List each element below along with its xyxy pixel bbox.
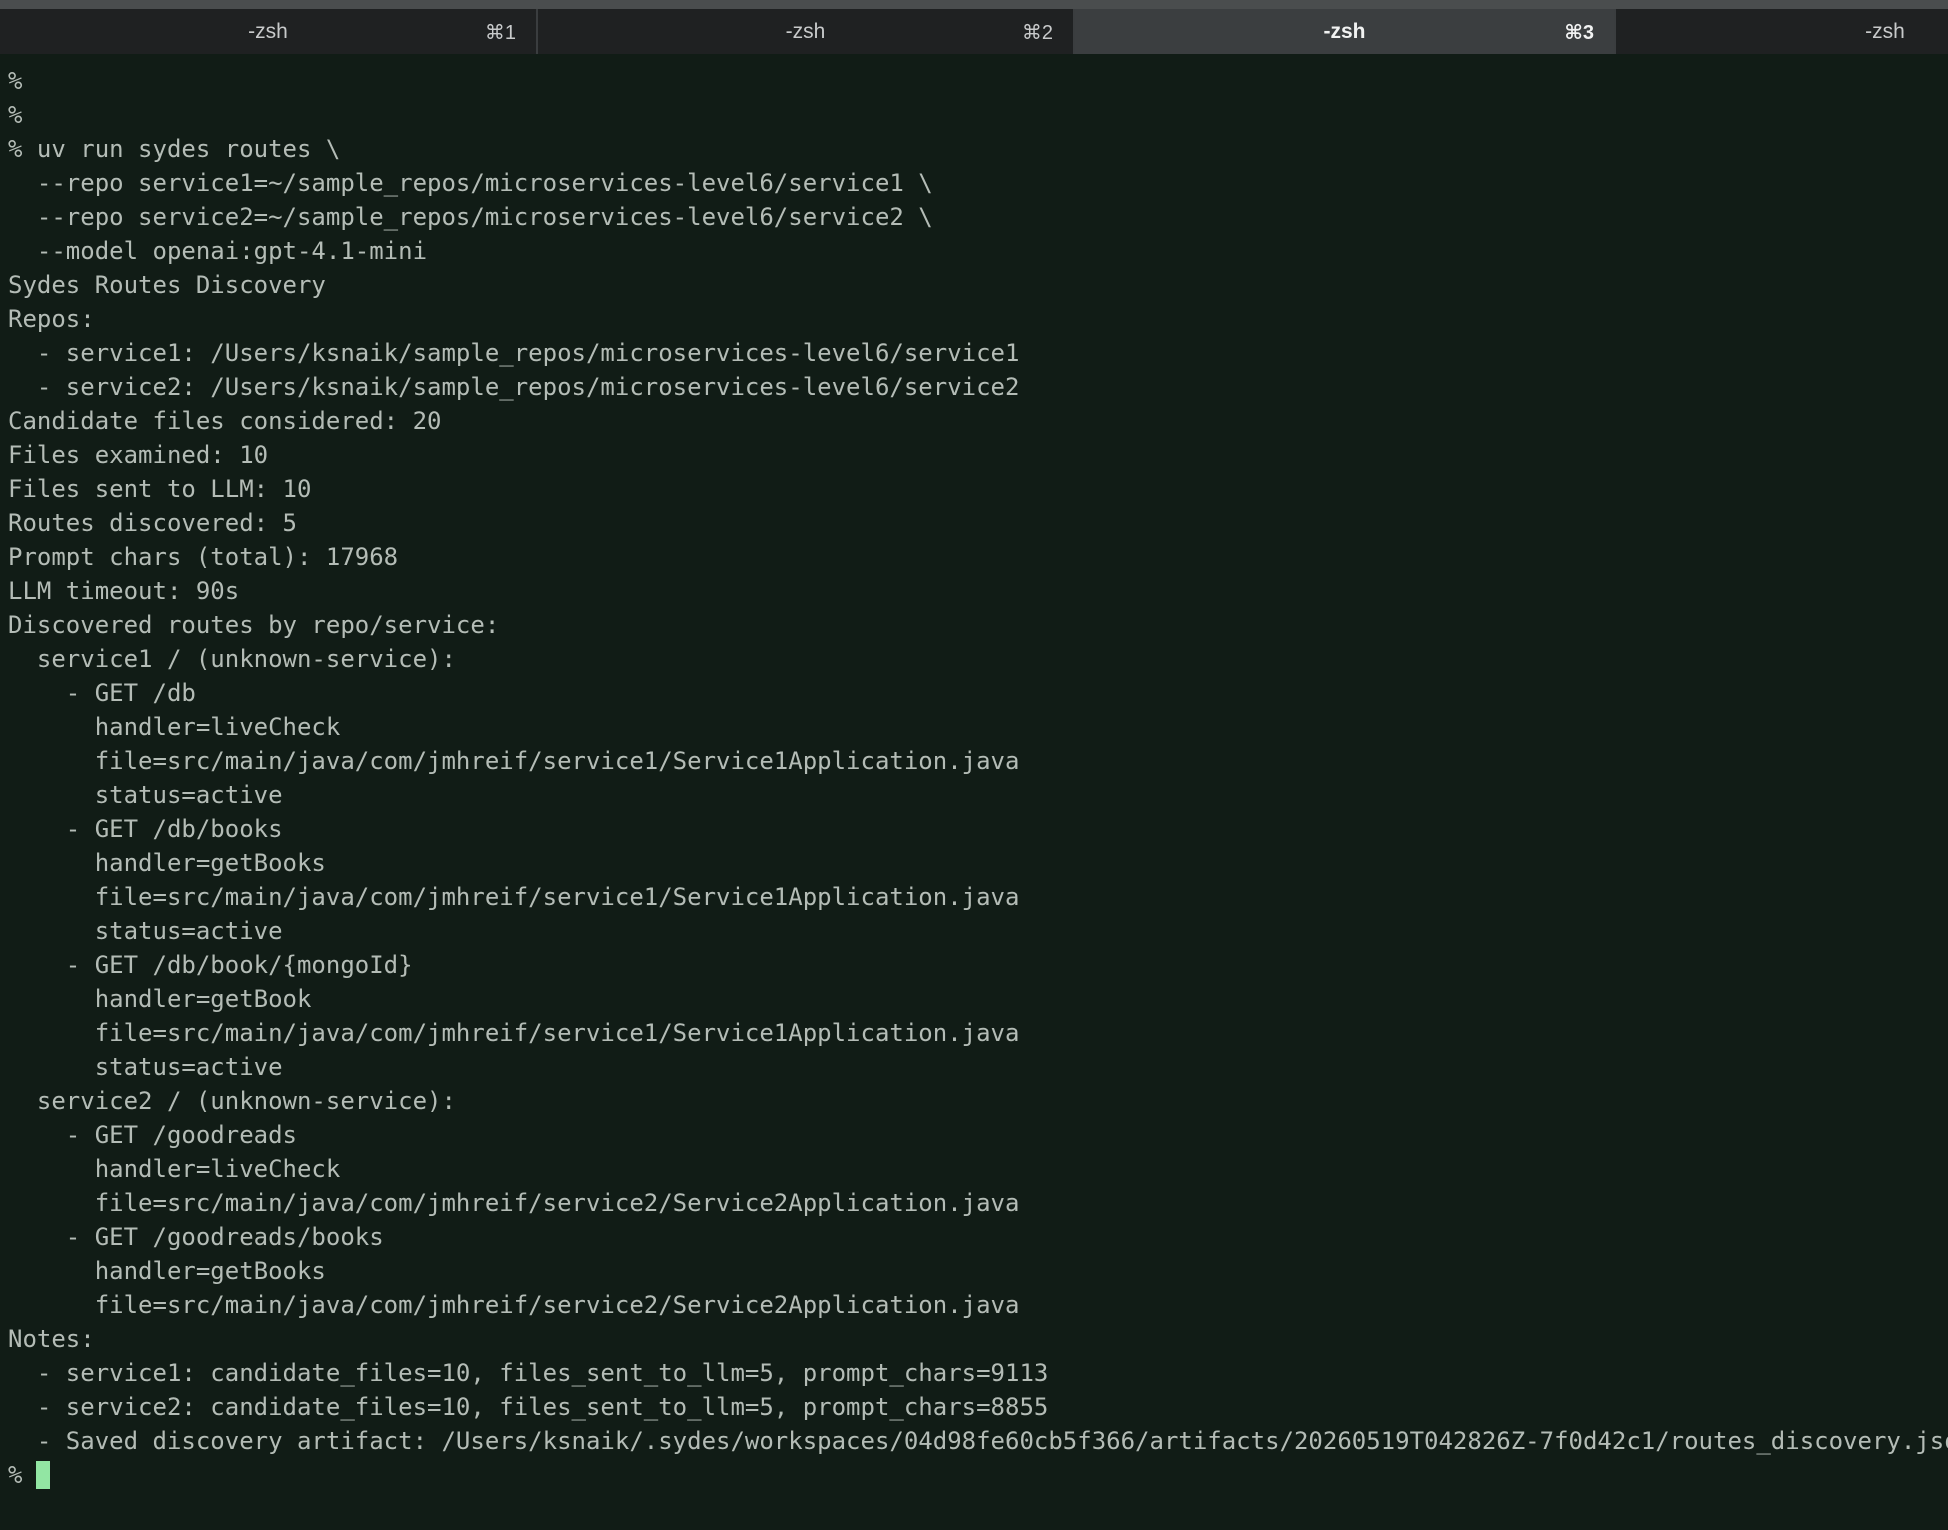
terminal-line: Candidate files considered: 20 bbox=[8, 407, 442, 435]
terminal-line: Notes: bbox=[8, 1325, 95, 1353]
text-cursor bbox=[36, 1461, 51, 1489]
terminal-line: --repo service2=~/sample_repos/microserv… bbox=[8, 203, 933, 231]
tab-3-active[interactable]: -zsh ⌘3 bbox=[1075, 9, 1616, 54]
tab-bar: -zsh ⌘1 -zsh ⌘2 -zsh ⌘3 -zsh bbox=[0, 9, 1948, 54]
tab-shortcut: ⌘3 bbox=[1564, 22, 1594, 44]
terminal-line: - GET /db/book/{mongoId} bbox=[8, 951, 413, 979]
terminal-line: Routes discovered: 5 bbox=[8, 509, 297, 537]
terminal-line: --repo service1=~/sample_repos/microserv… bbox=[8, 169, 933, 197]
tab-1[interactable]: -zsh ⌘1 bbox=[0, 9, 538, 54]
tab-title: -zsh bbox=[785, 20, 826, 43]
terminal-line: - Saved discovery artifact: /Users/ksnai… bbox=[8, 1427, 1948, 1455]
terminal-line: % bbox=[8, 101, 23, 129]
prompt-line[interactable]: % bbox=[8, 1458, 1948, 1492]
tab-title: -zsh bbox=[1323, 20, 1366, 43]
terminal-line: status=active bbox=[8, 917, 283, 945]
terminal-line: LLM timeout: 90s bbox=[8, 577, 240, 605]
terminal-line: --model openai:gpt-4.1-mini bbox=[8, 237, 428, 265]
terminal-line: handler=getBook bbox=[8, 985, 312, 1013]
tab-title: -zsh bbox=[1865, 20, 1905, 43]
terminal-line: - service2: /Users/ksnaik/sample_repos/m… bbox=[8, 373, 1020, 401]
terminal-line: Files examined: 10 bbox=[8, 441, 269, 469]
terminal-line: - service1: /Users/ksnaik/sample_repos/m… bbox=[8, 339, 1020, 367]
terminal-line: - GET /db/books bbox=[8, 815, 283, 843]
terminal-line: file=src/main/java/com/jmhreif/service2/… bbox=[8, 1291, 1020, 1319]
terminal-line: Sydes Routes Discovery bbox=[8, 271, 326, 299]
terminal-output[interactable]: %% % uv run sydes routes \ --repo service… bbox=[8, 64, 1948, 1530]
terminal-line: handler=liveCheck bbox=[8, 713, 341, 741]
terminal-line: status=active bbox=[8, 1053, 283, 1081]
terminal-line: % bbox=[8, 67, 23, 95]
terminal-line: - GET /db bbox=[8, 679, 196, 707]
tab-shortcut: ⌘1 bbox=[484, 22, 516, 44]
tab-shortcut: ⌘2 bbox=[1021, 22, 1053, 44]
terminal-line: Files sent to LLM: 10 bbox=[8, 475, 312, 503]
terminal-line: service2 / (unknown-service): bbox=[8, 1087, 456, 1115]
tab-title: -zsh bbox=[248, 20, 288, 43]
terminal-line: status=active bbox=[8, 781, 283, 809]
terminal-line: - GET /goodreads bbox=[8, 1121, 297, 1149]
prompt-symbol: % bbox=[8, 1461, 23, 1489]
terminal-line: Prompt chars (total): 17968 bbox=[8, 543, 399, 571]
terminal-line: - service2: candidate_files=10, files_se… bbox=[8, 1393, 1049, 1421]
terminal-line: file=src/main/java/com/jmhreif/service1/… bbox=[8, 747, 1020, 775]
terminal-line: - service1: candidate_files=10, files_se… bbox=[8, 1359, 1049, 1387]
terminal-line: file=src/main/java/com/jmhreif/service1/… bbox=[8, 883, 1020, 911]
terminal-line: % uv run sydes routes \ bbox=[8, 135, 341, 163]
terminal-line: file=src/main/java/com/jmhreif/service1/… bbox=[8, 1019, 1020, 1047]
tab-4[interactable]: -zsh bbox=[1616, 9, 1948, 54]
terminal-line: handler=getBooks bbox=[8, 1257, 326, 1285]
titlebar bbox=[0, 0, 1948, 9]
terminal-line: handler=getBooks bbox=[8, 849, 326, 877]
terminal-window: -zsh ⌘1 -zsh ⌘2 -zsh ⌘3 -zsh %% % uv run … bbox=[0, 0, 1948, 1530]
terminal-line: service1 / (unknown-service): bbox=[8, 645, 456, 673]
terminal-line: Repos: bbox=[8, 305, 95, 333]
terminal-line: Discovered routes by repo/service: bbox=[8, 611, 500, 639]
terminal-line: - GET /goodreads/books bbox=[8, 1223, 384, 1251]
terminal-line: handler=liveCheck bbox=[8, 1155, 341, 1183]
terminal-line: file=src/main/java/com/jmhreif/service2/… bbox=[8, 1189, 1020, 1217]
tab-2[interactable]: -zsh ⌘2 bbox=[538, 9, 1075, 54]
